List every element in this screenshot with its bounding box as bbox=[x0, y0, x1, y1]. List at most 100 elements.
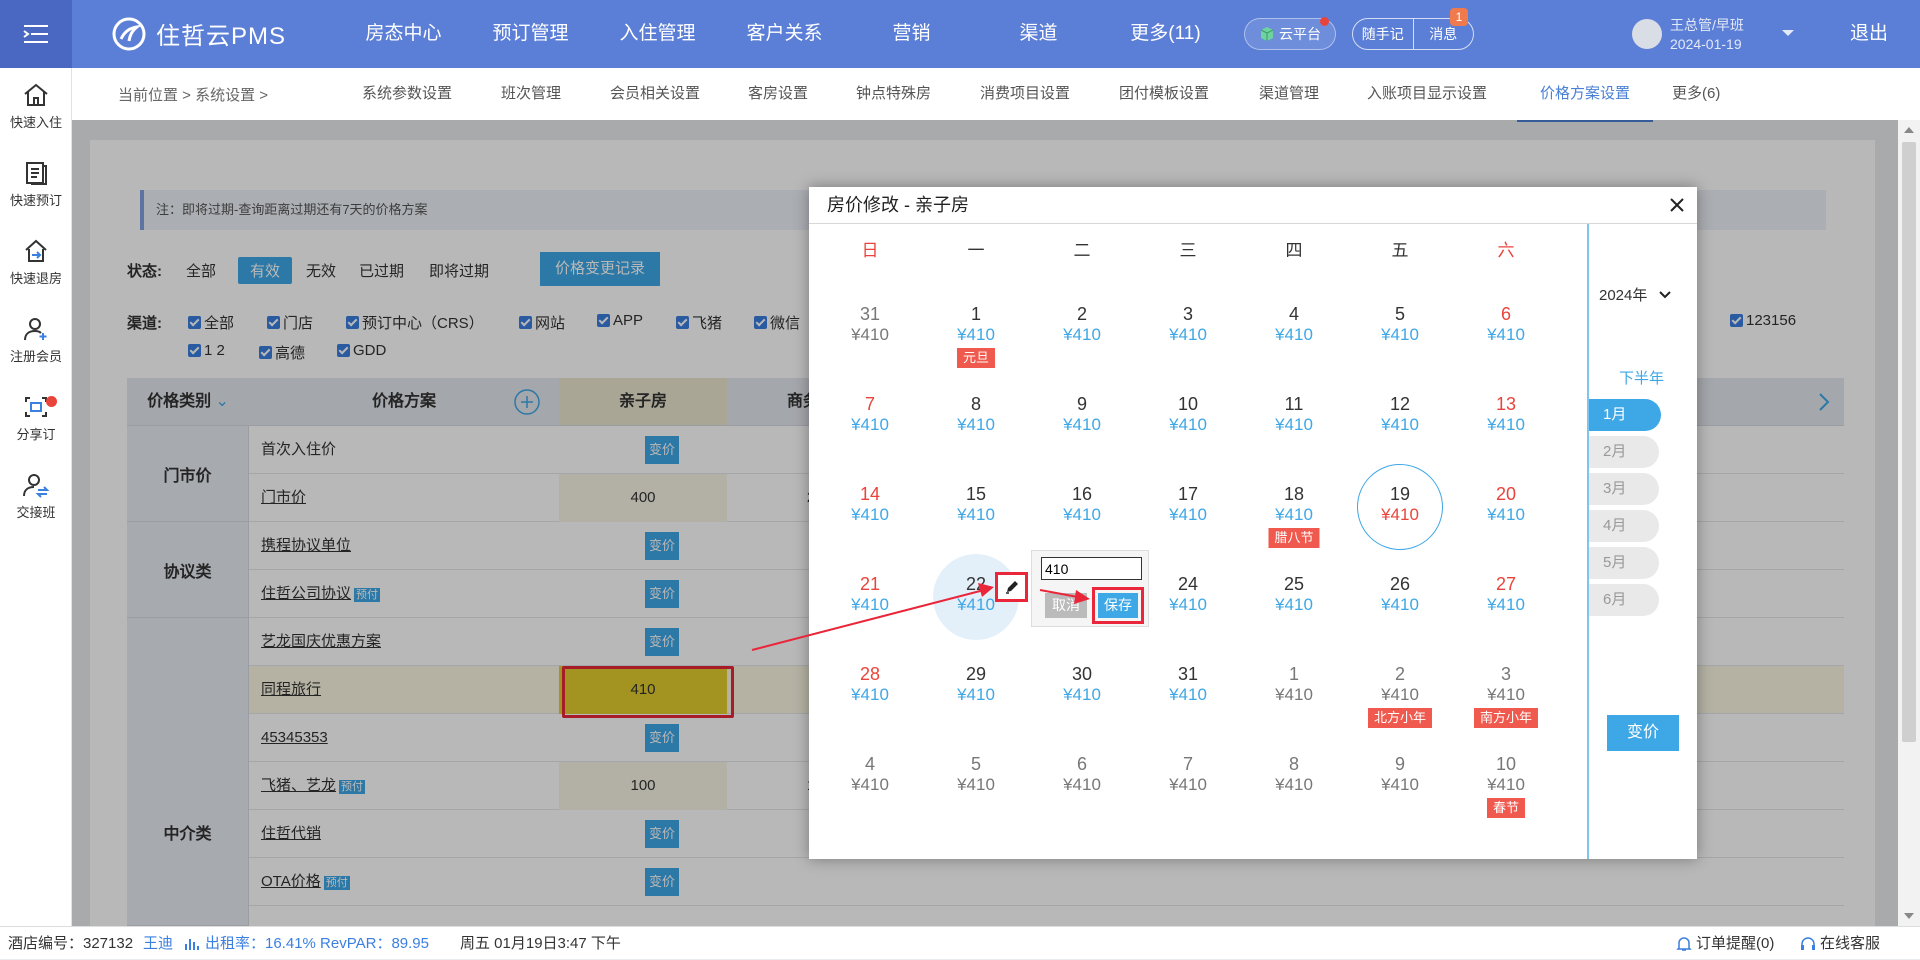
calendar-day[interactable]: 21 ¥410 bbox=[817, 560, 923, 648]
calendar-day[interactable]: 24 ¥410 bbox=[1135, 560, 1241, 648]
sidebar-item-quick-checkout[interactable]: 快速退房 bbox=[0, 238, 72, 287]
calendar-day[interactable]: 31 ¥410 bbox=[1135, 650, 1241, 738]
calendar-day[interactable]: 8 ¥410 bbox=[923, 380, 1029, 468]
calendar-day[interactable]: 2 ¥410 bbox=[1029, 290, 1135, 378]
calendar-day[interactable]: 12 ¥410 bbox=[1347, 380, 1453, 468]
price-edit-modal: 房价修改 - 亲子房 日一二三四五六 31 ¥410 1 ¥410 元旦 2 ¥410 3 ¥41… bbox=[809, 187, 1697, 859]
tab-hourly-room[interactable]: 钟点特殊房 bbox=[856, 68, 931, 120]
nav-room-status[interactable]: 房态中心 bbox=[340, 0, 467, 68]
month-button[interactable]: 5月 bbox=[1589, 547, 1659, 579]
calendar-day[interactable]: 7 ¥410 bbox=[817, 380, 923, 468]
sidebar-item-quick-booking[interactable]: 快速预订 bbox=[0, 160, 72, 209]
nav-booking[interactable]: 预订管理 bbox=[467, 0, 594, 68]
scrollbar-thumb[interactable] bbox=[1902, 142, 1916, 742]
calendar-day[interactable]: 18 ¥410 腊八节 bbox=[1241, 470, 1347, 558]
calendar-day[interactable]: 30 ¥410 bbox=[1029, 650, 1135, 738]
calendar-day[interactable]: 10 ¥410 bbox=[1135, 380, 1241, 468]
weekday-header: 四 bbox=[1285, 241, 1303, 260]
calendar-day[interactable]: 26 ¥410 bbox=[1347, 560, 1453, 648]
tab-more[interactable]: 更多(6) bbox=[1672, 68, 1720, 120]
menu-toggle-button[interactable] bbox=[0, 0, 72, 68]
day-price: ¥410 bbox=[1381, 685, 1419, 704]
calendar-day[interactable]: 15 ¥410 bbox=[923, 470, 1029, 558]
tab-consumption-items[interactable]: 消费项目设置 bbox=[980, 68, 1070, 120]
calendar-day[interactable]: 16 ¥410 bbox=[1029, 470, 1135, 558]
day-price: ¥410 bbox=[1381, 775, 1419, 794]
calendar-day[interactable]: 8 ¥410 bbox=[1241, 740, 1347, 828]
tab-price-plan[interactable]: 价格方案设置 bbox=[1517, 68, 1653, 122]
calendar-day[interactable]: 11 ¥410 bbox=[1241, 380, 1347, 468]
calendar-day[interactable]: 10 ¥410 春节 bbox=[1453, 740, 1559, 828]
tab-group-template[interactable]: 团付模板设置 bbox=[1119, 68, 1209, 120]
sidebar-item-shift-change[interactable]: 交接班 bbox=[0, 472, 72, 521]
calendar-day[interactable]: 25 ¥410 bbox=[1241, 560, 1347, 648]
calendar-day[interactable]: 13 ¥410 bbox=[1453, 380, 1559, 468]
online-service-link[interactable]: 在线客服 bbox=[1820, 927, 1880, 960]
current-user[interactable]: 王迪 bbox=[143, 927, 173, 960]
calendar-day[interactable]: 27 ¥410 bbox=[1453, 560, 1559, 648]
edit-price-button[interactable] bbox=[995, 572, 1028, 602]
avatar[interactable] bbox=[1632, 19, 1662, 49]
month-button[interactable]: 4月 bbox=[1589, 510, 1659, 542]
calendar-day-today[interactable]: 19 ¥410 bbox=[1347, 464, 1453, 558]
sidebar-item-share-order[interactable]: 分享订 bbox=[0, 394, 72, 443]
calendar-day[interactable]: 5 ¥410 bbox=[923, 740, 1029, 828]
calendar-day[interactable]: 9 ¥410 bbox=[1029, 380, 1135, 468]
calendar-day[interactable]: 7 ¥410 bbox=[1135, 740, 1241, 828]
nav-channel[interactable]: 渠道 bbox=[975, 0, 1102, 68]
cloud-platform-button[interactable]: 云平台 bbox=[1244, 17, 1336, 50]
vertical-scrollbar[interactable] bbox=[1898, 120, 1920, 926]
calendar-day[interactable]: 5 ¥410 bbox=[1347, 290, 1453, 378]
month-button[interactable]: 3月 bbox=[1589, 473, 1659, 505]
price-input[interactable] bbox=[1041, 557, 1142, 580]
month-button[interactable]: 1月 bbox=[1589, 399, 1661, 431]
scroll-up-icon[interactable] bbox=[1903, 126, 1915, 134]
calendar-day[interactable]: 3 ¥410 南方小年 bbox=[1453, 650, 1559, 738]
nav-customer[interactable]: 客户关系 bbox=[721, 0, 848, 68]
memo-button[interactable]: 随手记 bbox=[1353, 19, 1413, 49]
tab-room-settings[interactable]: 客房设置 bbox=[748, 68, 808, 120]
order-alert-link[interactable]: 订单提醒(0) bbox=[1696, 927, 1774, 960]
tab-entry-display[interactable]: 入账项目显示设置 bbox=[1367, 68, 1487, 120]
calendar-day[interactable]: 4 ¥410 bbox=[817, 740, 923, 828]
close-icon[interactable] bbox=[1669, 197, 1685, 213]
calendar-day[interactable]: 20 ¥410 bbox=[1453, 470, 1559, 558]
scroll-down-icon[interactable] bbox=[1903, 912, 1915, 920]
sidebar-item-quick-checkin[interactable]: 快速入住 bbox=[0, 82, 72, 131]
tab-channel-management[interactable]: 渠道管理 bbox=[1259, 68, 1319, 120]
half-year-toggle[interactable]: 下半年 bbox=[1619, 367, 1664, 388]
holiday-badge: 腊八节 bbox=[1268, 528, 1320, 548]
day-number: 2 bbox=[1076, 304, 1087, 324]
calendar-day[interactable]: 14 ¥410 bbox=[817, 470, 923, 558]
calendar-day[interactable]: 9 ¥410 bbox=[1347, 740, 1453, 828]
calendar-day[interactable]: 1 ¥410 元旦 bbox=[923, 290, 1029, 378]
calendar-day[interactable]: 1 ¥410 bbox=[1241, 650, 1347, 738]
cancel-button[interactable]: 取消 bbox=[1045, 593, 1087, 618]
tab-shift-management[interactable]: 班次管理 bbox=[501, 68, 561, 120]
user-info[interactable]: 王总管/早班 2024-01-19 bbox=[1670, 16, 1744, 54]
tab-system-params[interactable]: 系统参数设置 bbox=[362, 68, 452, 120]
day-price: ¥410 bbox=[1275, 415, 1313, 434]
day-number: 1 bbox=[970, 304, 981, 324]
logout-button[interactable]: 退出 bbox=[1850, 0, 1888, 68]
calendar-day[interactable]: 3 ¥410 bbox=[1135, 290, 1241, 378]
calendar-day[interactable]: 6 ¥410 bbox=[1029, 740, 1135, 828]
nav-checkin[interactable]: 入住管理 bbox=[594, 0, 721, 68]
tab-member-settings[interactable]: 会员相关设置 bbox=[610, 68, 700, 120]
chevron-down-icon[interactable] bbox=[1781, 29, 1795, 38]
calendar-day[interactable]: 17 ¥410 bbox=[1135, 470, 1241, 558]
month-button[interactable]: 6月 bbox=[1589, 584, 1659, 616]
month-button[interactable]: 2月 bbox=[1589, 436, 1659, 468]
sidebar-item-register-member[interactable]: 注册会员 bbox=[0, 316, 72, 365]
nav-marketing[interactable]: 营销 bbox=[848, 0, 975, 68]
nav-more[interactable]: 更多(11) bbox=[1102, 0, 1229, 68]
calendar-day[interactable]: 29 ¥410 bbox=[923, 650, 1029, 738]
calendar-day[interactable]: 28 ¥410 bbox=[817, 650, 923, 738]
calendar-day[interactable]: 4 ¥410 bbox=[1241, 290, 1347, 378]
save-button[interactable]: 保存 bbox=[1098, 593, 1138, 618]
calendar-day[interactable]: 6 ¥410 bbox=[1453, 290, 1559, 378]
calendar-day[interactable]: 2 ¥410 北方小年 bbox=[1347, 650, 1453, 738]
change-price-button[interactable]: 变价 bbox=[1607, 715, 1679, 751]
calendar-day[interactable]: 31 ¥410 bbox=[817, 290, 923, 378]
year-select[interactable]: 2024年 bbox=[1599, 284, 1672, 305]
